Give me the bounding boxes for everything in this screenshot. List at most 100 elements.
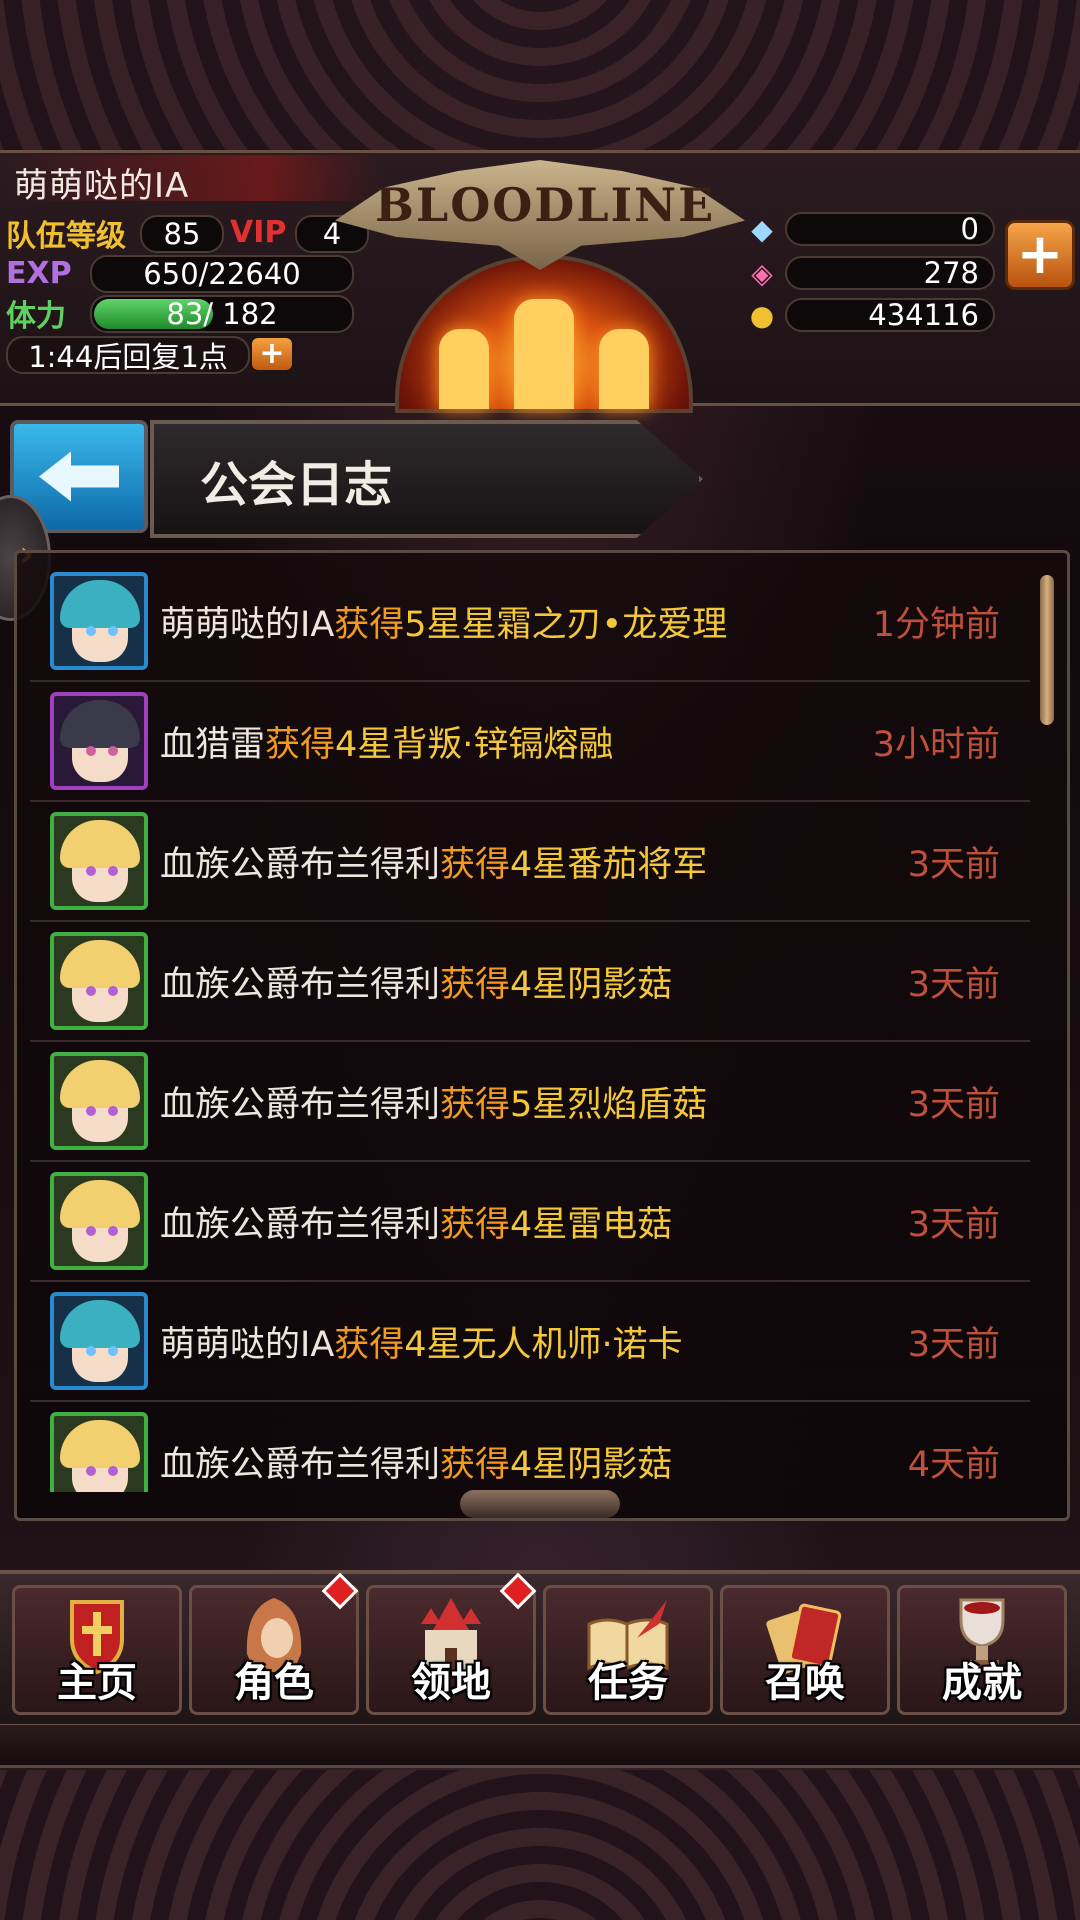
log-message: 血族公爵布兰得利获得4星阴影菇 [160, 1436, 672, 1487]
log-row[interactable]: 血族公爵布兰得利获得4星雷电菇 3天前 [30, 1162, 1030, 1282]
log-player-name: 萌萌哒的IA [160, 1325, 335, 1365]
player-name: 萌萌哒的IA [14, 166, 190, 206]
avatar-eye [108, 1106, 118, 1116]
nav-item-5[interactable]: 成就 [897, 1585, 1067, 1715]
log-time: 4天前 [907, 1445, 1000, 1485]
avatar-hair [60, 1300, 140, 1348]
log-player-name: 血族公爵布兰得利 [160, 845, 441, 885]
log-player-name: 萌萌哒的IA [160, 605, 335, 645]
nav-label: 主页 [57, 1660, 137, 1706]
nav-label: 领地 [411, 1660, 491, 1706]
buy-stamina-button[interactable]: + [252, 338, 292, 370]
log-row[interactable]: 血族公爵布兰得利获得4星阴影菇 3天前 [30, 922, 1030, 1042]
log-verb: 获得 [440, 1085, 511, 1125]
log-message: 萌萌哒的IA获得4星无人机师·诺卡 [160, 1316, 683, 1367]
nav-label: 任务 [588, 1660, 668, 1706]
stamina-row: 体力 [6, 295, 66, 334]
buy-currency-button[interactable]: + [1005, 220, 1075, 290]
avatar-eye [86, 986, 96, 996]
panel-bottom-ornament [460, 1490, 620, 1518]
log-row[interactable]: 萌萌哒的IA获得4星无人机师·诺卡 3天前 [30, 1282, 1030, 1402]
avatar-eye [108, 866, 118, 876]
stained-window-center [514, 299, 574, 409]
nav-label: 成就 [942, 1660, 1022, 1706]
log-message: 血猎雷获得4星背叛·锌镉熔融 [160, 716, 613, 767]
log-verb: 获得 [440, 1445, 511, 1485]
hero-avatar-icon[interactable] [50, 1172, 148, 1270]
avatar-eye [108, 1346, 118, 1356]
log-row[interactable]: 血猎雷获得4星背叛·锌镉熔融 3小时前 [30, 682, 1030, 802]
avatar-hair [60, 1060, 140, 1108]
top-ornament [0, 0, 1080, 150]
log-row[interactable]: 萌萌哒的IA获得5星星霜之刃•龙爱理 1分钟前 [30, 562, 1030, 682]
gem-value: 278 [785, 256, 995, 290]
hero-avatar-icon[interactable] [50, 692, 148, 790]
log-time: 1分钟前 [872, 605, 1000, 645]
avatar-eye [86, 1106, 96, 1116]
avatar-hair [60, 940, 140, 988]
crystal-value: 0 [785, 212, 995, 246]
log-row[interactable]: 血族公爵布兰得利获得4星番茄将军 3天前 [30, 802, 1030, 922]
log-time: 3天前 [907, 1205, 1000, 1245]
nav-item-0[interactable]: 主页 [12, 1585, 182, 1715]
log-player-name: 血猎雷 [160, 725, 266, 765]
log-item-name: 4星雷电菇 [510, 1205, 673, 1245]
log-player-name: 血族公爵布兰得利 [160, 1445, 441, 1485]
exp-value: 650/22640 [90, 255, 354, 293]
bottom-ornament [0, 1770, 1080, 1920]
log-item-name: 5星星霜之刃•龙爱理 [404, 605, 728, 645]
hero-avatar-icon[interactable] [50, 932, 148, 1030]
avatar-eye [86, 1346, 96, 1356]
hero-avatar-icon[interactable] [50, 812, 148, 910]
hero-avatar-icon[interactable] [50, 1052, 148, 1150]
avatar-eye [86, 1226, 96, 1236]
log-item-name: 4星阴影菇 [510, 1445, 673, 1485]
log-player-name: 血族公爵布兰得利 [160, 965, 441, 1005]
page-title: 公会日志 [200, 457, 393, 513]
crystal-icon: ◆ [751, 212, 773, 246]
log-time: 3小时前 [872, 725, 1000, 765]
avatar-eye [86, 626, 96, 636]
game-logo: BLOODLINE [375, 178, 716, 232]
exp-row: EXP [6, 255, 72, 291]
log-player-name: 血族公爵布兰得利 [160, 1205, 441, 1245]
stained-window-left [439, 329, 489, 409]
log-item-name: 5星烈焰盾菇 [510, 1085, 708, 1125]
log-item-name: 4星背叛·锌镉熔融 [335, 725, 614, 765]
gold-value: 434116 [785, 298, 995, 332]
log-player-name: 血族公爵布兰得利 [160, 1085, 441, 1125]
log-verb: 获得 [334, 1325, 405, 1365]
stamina-value: 83/ 182 [166, 297, 278, 331]
gold-icon: ● [749, 298, 775, 332]
log-item-name: 4星阴影菇 [510, 965, 673, 1005]
log-item-name: 4星番茄将军 [510, 845, 708, 885]
log-row[interactable]: 血族公爵布兰得利获得5星烈焰盾菇 3天前 [30, 1042, 1030, 1162]
stained-window-right [599, 329, 649, 409]
vip-label: VIP [230, 215, 287, 250]
avatar-eye [86, 866, 96, 876]
nav-strip [0, 1725, 1080, 1768]
log-verb: 获得 [440, 965, 511, 1005]
gem-icon: ◈ [751, 256, 773, 290]
nav-item-1[interactable]: 角色 [189, 1585, 359, 1715]
guild-log-list[interactable]: 萌萌哒的IA获得5星星霜之刃•龙爱理 1分钟前 血猎雷获得4星背叛·锌镉熔融 3… [30, 562, 1030, 1492]
nav-item-4[interactable]: 召唤 [720, 1585, 890, 1715]
stamina-bar: 83/ 182 [90, 295, 354, 333]
log-time: 3天前 [907, 845, 1000, 885]
nav-item-3[interactable]: 任务 [543, 1585, 713, 1715]
hero-avatar-icon[interactable] [50, 572, 148, 670]
scrollbar[interactable] [1040, 575, 1054, 725]
nav-label: 角色 [234, 1660, 314, 1706]
avatar-eye [86, 1466, 96, 1476]
avatar-hair [60, 1420, 140, 1468]
hero-avatar-icon[interactable] [50, 1412, 148, 1492]
avatar-hair [60, 1180, 140, 1228]
hero-avatar-icon[interactable] [50, 1292, 148, 1390]
gem-row: 278 ◈ [745, 256, 995, 292]
log-row[interactable]: 血族公爵布兰得利获得4星阴影菇 4天前 [30, 1402, 1030, 1492]
log-time: 3天前 [907, 1325, 1000, 1365]
log-time: 3天前 [907, 965, 1000, 1005]
log-verb: 获得 [265, 725, 336, 765]
nav-item-2[interactable]: 领地 [366, 1585, 536, 1715]
log-verb: 获得 [334, 605, 405, 645]
